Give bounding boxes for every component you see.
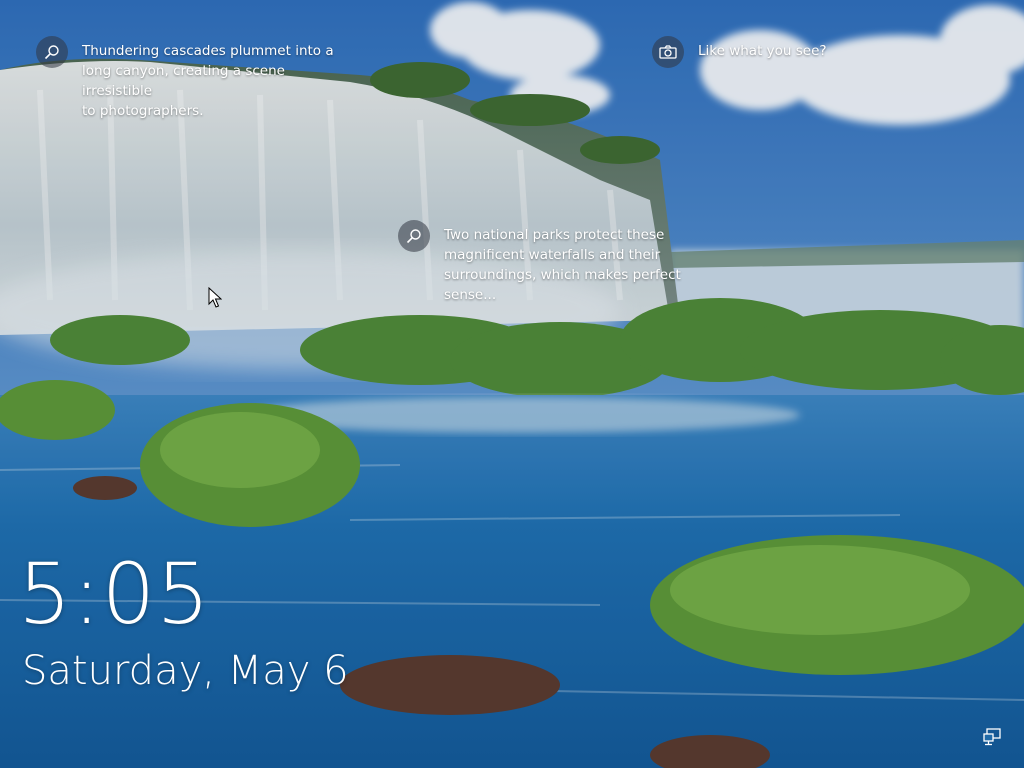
- search-icon: [398, 220, 430, 252]
- lockscreen-time: 5:05: [18, 545, 211, 643]
- hotspot-text: Thundering cascades plummet into a long …: [82, 43, 334, 119]
- hotspot-like-what-you-see[interactable]: Like what you see?: [652, 36, 827, 68]
- camera-icon: [652, 36, 684, 68]
- hotspot-fact-waterfalls[interactable]: Thundering cascades plummet into a long …: [36, 36, 352, 121]
- mouse-cursor-icon: [208, 287, 222, 308]
- network-icon[interactable]: [982, 728, 1002, 746]
- hotspot-text: Two national parks protect these magnifi…: [444, 227, 681, 303]
- search-icon: [36, 36, 68, 68]
- hotspot-fact-national-parks[interactable]: Two national parks protect these magnifi…: [398, 220, 684, 305]
- lockscreen-date: Saturday, May 6: [22, 648, 349, 694]
- hotspot-text: Like what you see?: [698, 43, 827, 59]
